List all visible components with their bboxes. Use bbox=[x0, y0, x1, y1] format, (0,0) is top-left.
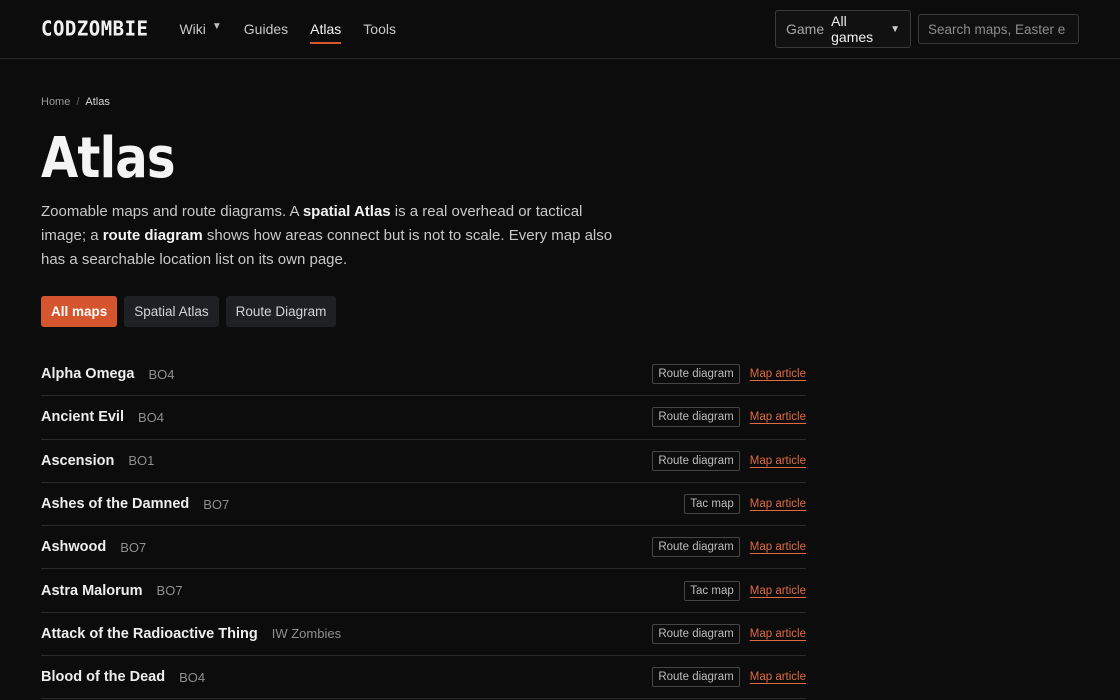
map-row-actions: Route diagram Map article bbox=[652, 407, 806, 428]
map-article-link[interactable]: Map article bbox=[750, 498, 806, 510]
map-game: BO4 bbox=[179, 669, 206, 685]
nav-item-label: Atlas bbox=[310, 21, 342, 37]
page-title: Atlas bbox=[41, 126, 176, 191]
map-game: BO4 bbox=[138, 409, 165, 425]
map-type-badge[interactable]: Tac map bbox=[684, 494, 740, 515]
map-type-badge[interactable]: Route diagram bbox=[652, 667, 740, 688]
nav-item-atlas[interactable]: Atlas bbox=[310, 0, 342, 59]
map-article-link[interactable]: Map article bbox=[750, 411, 806, 423]
game-select-label: Game bbox=[786, 21, 825, 37]
map-article-link[interactable]: Map article bbox=[750, 628, 806, 640]
map-type-badge[interactable]: Tac map bbox=[684, 580, 740, 601]
map-type-badge[interactable]: Route diagram bbox=[652, 407, 740, 428]
map-list: Alpha Omega BO4 Route diagram Map articl… bbox=[41, 353, 806, 700]
map-type-badge[interactable]: Route diagram bbox=[652, 450, 740, 471]
map-type-badge[interactable]: Route diagram bbox=[652, 364, 740, 385]
game-select[interactable]: Game All games ▼ bbox=[775, 10, 911, 48]
caret-down-icon: ▼ bbox=[890, 23, 900, 35]
map-game: BO7 bbox=[203, 496, 230, 512]
game-select-value: All games bbox=[831, 13, 874, 45]
map-type-badge[interactable]: Route diagram bbox=[652, 623, 740, 644]
map-row-actions: Route diagram Map article bbox=[652, 450, 806, 471]
map-name[interactable]: Ancient Evil bbox=[41, 409, 124, 425]
map-article-link[interactable]: Map article bbox=[750, 585, 806, 597]
map-name[interactable]: Ashes of the Damned bbox=[41, 496, 189, 512]
map-row-actions: Route diagram Map article bbox=[652, 364, 806, 385]
map-game: BO7 bbox=[120, 539, 147, 555]
map-name[interactable]: Alpha Omega bbox=[41, 366, 134, 382]
map-game: BO4 bbox=[148, 366, 175, 382]
map-row: Alpha Omega BO4 Route diagram Map articl… bbox=[41, 353, 806, 397]
map-row-actions: Tac map Map article bbox=[684, 494, 806, 515]
map-row: Ashwood BO7 Route diagram Map article bbox=[41, 526, 806, 570]
map-row: Astra Malorum BO7 Tac map Map article bbox=[41, 569, 806, 613]
caret-down-icon: ▼ bbox=[211, 20, 222, 32]
map-row: Ashes of the Damned BO7 Tac map Map arti… bbox=[41, 483, 806, 527]
main-nav: Wiki ▼ Guides Atlas Tools bbox=[179, 0, 418, 59]
nav-item-label: Tools bbox=[363, 21, 396, 37]
map-name[interactable]: Ascension bbox=[41, 453, 114, 469]
map-row: Ascension BO1 Route diagram Map article bbox=[41, 440, 806, 483]
filter-chips: All maps Spatial Atlas Route Diagram bbox=[41, 296, 806, 327]
site-logo[interactable]: CODZOMBIE bbox=[41, 17, 148, 41]
map-row: Ancient Evil BO4 Route diagram Map artic… bbox=[41, 396, 806, 440]
map-game: BO1 bbox=[128, 453, 155, 469]
intro-text: Zoomable maps and route diagrams. A spat… bbox=[41, 200, 621, 272]
nav-item-guides[interactable]: Guides bbox=[244, 0, 288, 59]
map-game: IW Zombies bbox=[271, 626, 342, 642]
intro-term-route-diagram: route diagram bbox=[102, 227, 203, 244]
map-game: BO7 bbox=[156, 583, 183, 599]
filter-all-maps[interactable]: All maps bbox=[41, 296, 118, 327]
map-row-actions: Route diagram Map article bbox=[652, 623, 806, 644]
map-article-link[interactable]: Map article bbox=[750, 368, 806, 380]
breadcrumb: Home / Atlas bbox=[41, 96, 806, 108]
map-type-badge[interactable]: Route diagram bbox=[652, 537, 740, 558]
nav-item-label: Wiki bbox=[179, 21, 206, 37]
top-bar: CODZOMBIE Wiki ▼ Guides Atlas Tools Game… bbox=[0, 0, 1120, 59]
intro-segment: Zoomable maps and route diagrams. A bbox=[41, 203, 303, 220]
nav-item-label: Guides bbox=[243, 21, 289, 37]
filter-spatial-atlas[interactable]: Spatial Atlas bbox=[124, 296, 219, 327]
nav-item-tools[interactable]: Tools bbox=[363, 0, 396, 59]
map-name[interactable]: Attack of the Radioactive Thing bbox=[41, 626, 258, 642]
map-row-actions: Route diagram Map article bbox=[652, 667, 806, 688]
main-content: Home / Atlas Atlas Zoomable maps and rou… bbox=[41, 59, 806, 700]
map-article-link[interactable]: Map article bbox=[750, 541, 806, 553]
map-row-actions: Route diagram Map article bbox=[652, 537, 806, 558]
breadcrumb-separator: / bbox=[76, 96, 80, 108]
map-name[interactable]: Ashwood bbox=[41, 539, 106, 555]
map-article-link[interactable]: Map article bbox=[750, 671, 806, 683]
breadcrumb-home[interactable]: Home bbox=[41, 96, 70, 108]
breadcrumb-current: Atlas bbox=[85, 96, 110, 108]
intro-term-spatial-atlas: spatial Atlas bbox=[302, 203, 391, 220]
nav-item-wiki[interactable]: Wiki ▼ bbox=[179, 0, 221, 59]
map-row: Attack of the Radioactive Thing IW Zombi… bbox=[41, 613, 806, 657]
map-row-actions: Tac map Map article bbox=[684, 580, 806, 601]
map-article-link[interactable]: Map article bbox=[750, 455, 806, 467]
map-row: Blood of the Dead BO4 Route diagram Map … bbox=[41, 656, 806, 700]
search-input[interactable] bbox=[918, 14, 1079, 44]
filter-route-diagram[interactable]: Route Diagram bbox=[225, 296, 337, 327]
map-name[interactable]: Blood of the Dead bbox=[41, 669, 165, 685]
map-name[interactable]: Astra Malorum bbox=[41, 583, 143, 599]
